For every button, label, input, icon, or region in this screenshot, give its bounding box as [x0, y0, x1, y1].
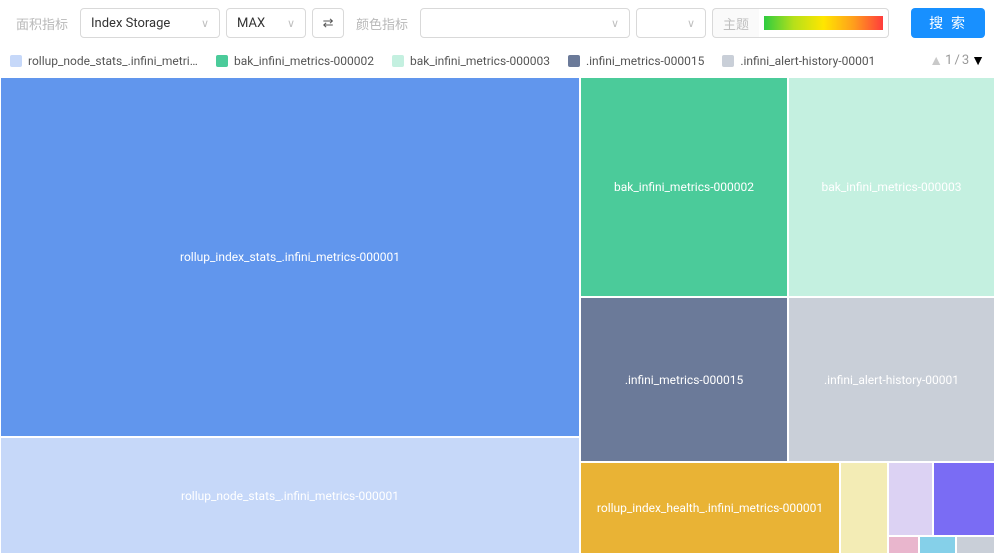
pager-page: 1	[945, 53, 952, 68]
treemap-tile[interactable]: rollup_node_stats_.infini_metrics-000001	[0, 437, 580, 554]
legend-item[interactable]: .infini_alert-history-00001	[722, 54, 875, 68]
treemap-chart: rollup_index_stats_.infini_metrics-00000…	[0, 77, 995, 554]
pager-total: 3	[962, 53, 969, 68]
treemap-tile[interactable]: bak_infini_metrics-000003	[788, 77, 995, 297]
toolbar: 面积指标 Index Storage ∨ MAX ∨ ⇄ 颜色指标 ∨ ∨ 主题…	[0, 0, 995, 46]
legend-swatch	[10, 55, 22, 67]
tile-label: rollup_index_health_.infini_metrics-0000…	[597, 501, 823, 515]
tile-label: bak_infini_metrics-000003	[822, 180, 962, 194]
area-metric-label: 面积指标	[10, 14, 74, 33]
treemap-tile[interactable]	[888, 462, 933, 536]
treemap-tile[interactable]: .infini_alert-history-00001	[788, 297, 995, 462]
treemap-tile[interactable]	[888, 536, 919, 554]
search-button[interactable]: 搜 索	[911, 8, 985, 38]
chevron-down-icon: ∨	[687, 17, 695, 30]
theme-label: 主题	[712, 8, 759, 38]
swap-button[interactable]: ⇄	[312, 8, 344, 38]
chevron-down-icon: ∨	[287, 17, 295, 30]
tile-label: rollup_node_stats_.infini_metrics-000001	[181, 489, 399, 503]
area-agg-value: MAX	[237, 16, 265, 31]
legend-label: rollup_node_stats_.infini_metric...	[28, 54, 198, 68]
tile-label: rollup_index_stats_.infini_metrics-00000…	[180, 250, 400, 264]
legend-label: bak_infini_metrics-000003	[410, 54, 550, 68]
color-metric-select[interactable]: ∨	[420, 8, 630, 38]
tile-label: bak_infini_metrics-000002	[614, 180, 754, 194]
treemap-tile[interactable]: rollup_index_health_.infini_metrics-0000…	[580, 462, 840, 554]
chevron-down-icon: ∨	[201, 17, 209, 30]
gradient-bar	[764, 16, 883, 30]
legend-item[interactable]: .infini_metrics-000015	[568, 54, 704, 68]
area-metric-value: Index Storage	[91, 16, 170, 31]
color-agg-select[interactable]: ∨	[636, 8, 706, 38]
swap-icon: ⇄	[323, 16, 334, 31]
legend-item[interactable]: bak_infini_metrics-000002	[216, 54, 374, 68]
legend-row: rollup_node_stats_.infini_metric... bak_i…	[0, 46, 995, 77]
legend-label: .infini_alert-history-00001	[740, 54, 875, 68]
chevron-down-icon: ∨	[611, 17, 619, 30]
treemap-tile[interactable]	[840, 462, 888, 554]
color-metric-label: 颜色指标	[350, 14, 414, 33]
pager-next-icon[interactable]: ▼	[971, 52, 985, 69]
legend-pager: ▲ 1/3 ▼	[929, 52, 985, 69]
legend-label: bak_infini_metrics-000002	[234, 54, 374, 68]
legend-swatch	[216, 55, 228, 67]
area-agg-select[interactable]: MAX ∨	[226, 8, 306, 38]
tile-label: .infini_alert-history-00001	[824, 373, 959, 387]
legend-item[interactable]: rollup_node_stats_.infini_metric...	[10, 54, 198, 68]
legend-swatch	[392, 55, 404, 67]
legend-label: .infini_metrics-000015	[586, 54, 704, 68]
treemap-tile[interactable]: rollup_index_stats_.infini_metrics-00000…	[0, 77, 580, 437]
pager-prev-icon[interactable]: ▲	[929, 52, 943, 69]
legend-swatch	[722, 55, 734, 67]
legend-item[interactable]: bak_infini_metrics-000003	[392, 54, 550, 68]
area-metric-select[interactable]: Index Storage ∨	[80, 8, 220, 38]
treemap-tile[interactable]	[919, 536, 956, 554]
treemap-tile[interactable]: bak_infini_metrics-000002	[580, 77, 788, 297]
treemap-tile[interactable]: .infini_metrics-000015	[580, 297, 788, 462]
treemap-tile[interactable]	[933, 462, 995, 536]
legend-swatch	[568, 55, 580, 67]
theme-gradient-select[interactable]	[759, 8, 889, 38]
theme-control: 主题	[712, 8, 889, 38]
tile-label: .infini_metrics-000015	[625, 373, 743, 387]
treemap-tile[interactable]	[956, 536, 995, 554]
